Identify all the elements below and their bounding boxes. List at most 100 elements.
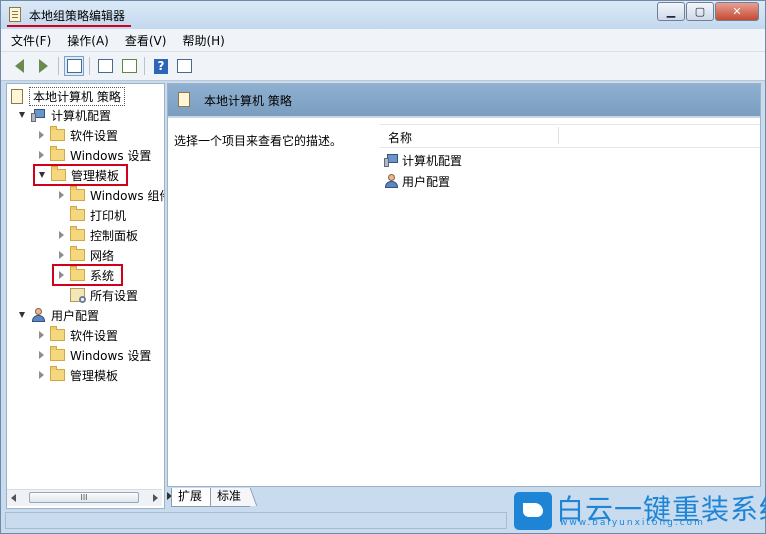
header-band (168, 116, 760, 118)
list-item-computer-config[interactable]: 计算机配置 (384, 150, 462, 170)
menu-bar: 文件(F) 操作(A) 查看(V) 帮助(H) (1, 29, 765, 52)
computer-icon (384, 153, 399, 167)
tree-label: 软件设置 (70, 328, 119, 343)
bird-logo-icon (514, 492, 552, 530)
maximize-button[interactable]: ▢ (686, 2, 714, 21)
details-header: 本地计算机 策略 (168, 84, 760, 116)
tree-admin-network[interactable]: 网络 (59, 246, 114, 264)
tree-uc-windows[interactable]: Windows 设置 (39, 346, 151, 364)
description-text: 选择一个项目来查看它的描述。 (174, 134, 343, 148)
scroll-left-arrow-icon[interactable] (11, 494, 16, 502)
column-name[interactable]: 名称 (388, 129, 412, 146)
watermark-url: www.baiyunxitong.com (560, 518, 705, 528)
tree-label: Windows 设置 (70, 348, 152, 363)
details-pane: 本地计算机 策略 选择一个项目来查看它的描述。 名称 计算机配置 用户配置 (167, 83, 761, 487)
show-filter-button[interactable] (174, 56, 194, 76)
export-list-button[interactable] (119, 56, 139, 76)
tree-label: 用户配置 (51, 308, 100, 323)
user-icon (384, 174, 399, 188)
tree-label: Windows 设置 (70, 148, 152, 163)
menu-view[interactable]: 查看(V) (119, 32, 173, 49)
show-hide-tree-button[interactable] (64, 56, 84, 76)
tree-label: 控制面板 (90, 228, 139, 243)
properties-button[interactable] (95, 56, 115, 76)
folder-icon (70, 186, 85, 201)
folder-icon (50, 146, 65, 161)
window-title: 本地组策略编辑器 (29, 9, 126, 23)
tree-root-label: 本地计算机 策略 (29, 86, 125, 106)
tree-admin-windows[interactable]: Windows 组件 (59, 186, 165, 204)
column-separator[interactable] (558, 127, 559, 144)
expand-toggle[interactable] (59, 251, 64, 259)
tree-label: 所有设置 (90, 288, 139, 303)
tree-label: Windows 组件 (90, 188, 165, 203)
menu-help[interactable]: 帮助(H) (176, 32, 230, 49)
scroll-thumb[interactable]: III (29, 492, 139, 503)
help-icon: ? (154, 58, 168, 74)
toolbar-separator (58, 57, 59, 75)
column-header[interactable]: 名称 (380, 124, 760, 148)
tree-computer-config[interactable]: 计算机配置 (19, 106, 111, 124)
tree-label: 计算机配置 (51, 108, 112, 123)
policy-icon (178, 92, 190, 107)
details-title: 本地计算机 策略 (204, 94, 292, 108)
tree-admin-all-settings[interactable]: 所有设置 (70, 286, 138, 304)
tree-uc-admin[interactable]: 管理模板 (39, 366, 118, 384)
folder-icon (50, 346, 65, 361)
menu-file[interactable]: 文件(F) (5, 32, 57, 49)
tree-admin-printer[interactable]: 打印机 (70, 206, 126, 224)
folder-icon (70, 246, 85, 261)
expand-toggle[interactable] (19, 312, 25, 318)
folder-icon (70, 206, 85, 221)
tree-cc-windows[interactable]: Windows 设置 (39, 146, 151, 164)
close-button[interactable]: ✕ (715, 2, 759, 21)
title-bar[interactable]: 本地组策略编辑器 ▁ ▢ ✕ (1, 1, 765, 29)
window-controls: ▁ ▢ ✕ (656, 2, 759, 21)
list-item-user-config[interactable]: 用户配置 (384, 171, 450, 191)
expand-toggle[interactable] (59, 231, 64, 239)
folder-icon (50, 366, 65, 381)
properties-icon (97, 59, 113, 73)
expand-toggle[interactable] (19, 112, 25, 118)
back-button[interactable] (9, 56, 29, 76)
expand-toggle[interactable] (39, 351, 44, 359)
tab-standard[interactable]: 标准 (210, 488, 251, 507)
toolbar-separator (89, 57, 90, 75)
expand-toggle[interactable] (39, 371, 44, 379)
minimize-button[interactable]: ▁ (657, 2, 685, 21)
folder-icon (50, 126, 65, 141)
tree-horizontal-scrollbar[interactable]: III (7, 489, 162, 506)
expand-toggle[interactable] (59, 191, 64, 199)
tree-cc-software[interactable]: 软件设置 (39, 126, 118, 144)
tree-label: 管理模板 (70, 368, 119, 383)
user-icon (31, 308, 46, 322)
computer-icon (31, 108, 46, 122)
scroll-right-arrow-icon[interactable] (153, 494, 158, 502)
tree-admin-control-panel[interactable]: 控制面板 (59, 226, 138, 244)
export-list-icon (121, 59, 137, 73)
tree-root[interactable]: 本地计算机 策略 (11, 86, 125, 106)
expand-toggle[interactable] (39, 131, 44, 139)
menu-action[interactable]: 操作(A) (61, 32, 115, 49)
tree-pane[interactable]: 本地计算机 策略 计算机配置 软件设置 Windows 设置 管理模板 Wind… (6, 83, 165, 509)
show-filter-icon (176, 59, 192, 73)
back-arrow-icon (14, 59, 24, 73)
expand-toggle[interactable] (39, 331, 44, 339)
expand-toggle[interactable] (39, 151, 44, 159)
highlight-box-system (52, 264, 123, 286)
tree-user-config[interactable]: 用户配置 (19, 306, 99, 324)
tab-extended[interactable]: 扩展 (171, 488, 212, 507)
list-item-label: 计算机配置 (402, 153, 463, 168)
folder-icon (70, 226, 85, 241)
tree-label: 软件设置 (70, 128, 119, 143)
status-cell (5, 512, 507, 529)
tree-uc-software[interactable]: 软件设置 (39, 326, 118, 344)
tree-label: 打印机 (90, 208, 127, 223)
app-window: 本地组策略编辑器 ▁ ▢ ✕ 文件(F) 操作(A) 查看(V) 帮助(H) ?… (0, 0, 766, 534)
forward-button[interactable] (33, 56, 53, 76)
list-item-label: 用户配置 (402, 174, 451, 189)
policy-editor-icon (9, 7, 21, 22)
toolbar-separator (144, 57, 145, 75)
help-button[interactable]: ? (151, 56, 171, 76)
title-highlight-underline (7, 25, 131, 27)
